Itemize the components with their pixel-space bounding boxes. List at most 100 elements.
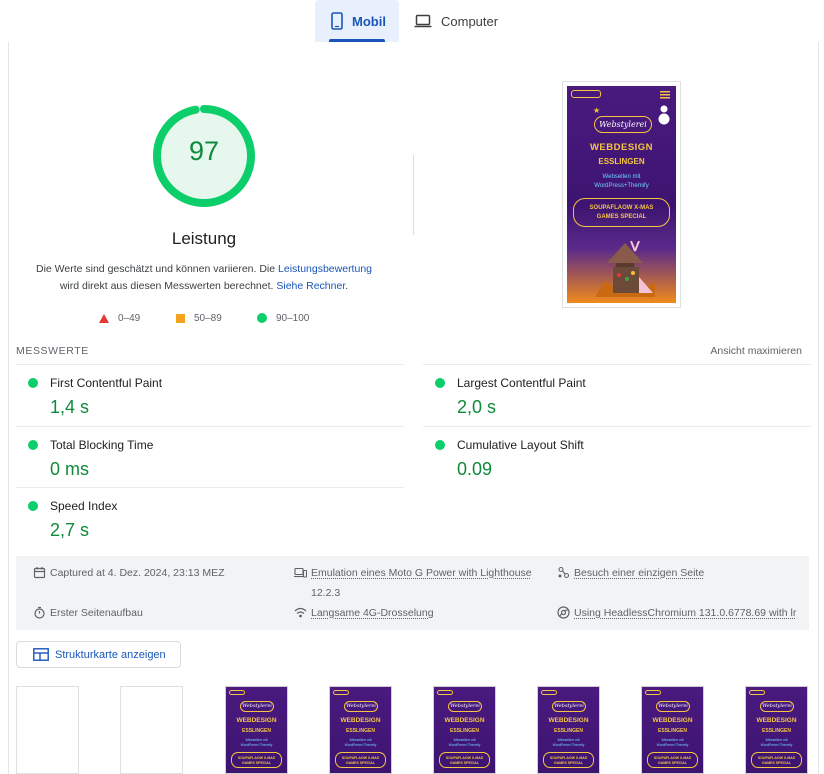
metric-tbt-value: 0 ms — [50, 459, 90, 479]
tab-desktop[interactable]: Computer — [414, 0, 514, 42]
film-logo: Webstylerei — [656, 701, 690, 712]
tab-desktop-label: Computer — [441, 13, 499, 29]
site-header-logo — [541, 690, 557, 695]
devices-icon — [294, 567, 307, 578]
film-heading: WEBDESIGN — [236, 717, 277, 724]
info-browser[interactable]: Using HeadlessChromium 131.0.6778.69 wit… — [557, 603, 809, 623]
site-header-logo — [437, 690, 453, 695]
film-subtitle-2: WordPress+Themify — [448, 743, 481, 747]
wifi-icon — [294, 607, 307, 618]
film-cta-2: GAMES SPECIAL — [242, 761, 271, 765]
film-cta-2: GAMES SPECIAL — [762, 761, 791, 765]
film-subtitle: Webseiten mit WordPress+Themify — [226, 738, 287, 748]
site-header-logo — [229, 690, 245, 695]
emulation-text: Emulation eines Moto G Power with Lighth… — [311, 567, 532, 579]
performance-description: Die Werte sind geschätzt und können vari… — [30, 261, 378, 295]
info-throttling[interactable]: Langsame 4G-Drosselung — [294, 603, 434, 623]
film-subtitle-2: WordPress+Themify — [760, 743, 793, 747]
triangle-icon — [99, 313, 109, 323]
film-cta: SOUPAFLAOW X-MAS GAMES SPECIAL — [439, 752, 490, 768]
filmstrip-frame: Webstylerei WEBDESIGN ESSLINGEN Webseite… — [745, 686, 808, 774]
square-icon — [176, 313, 185, 323]
site-header-logo — [333, 690, 349, 695]
film-cta: SOUPAFLAOW X-MAS GAMES SPECIAL — [647, 752, 698, 768]
throttling-text: Langsame 4G-Drosselung — [311, 607, 434, 619]
film-cta-1: SOUPAFLAOW X-MAS — [653, 756, 692, 760]
performance-score-link[interactable]: Leistungsbewertung — [278, 263, 372, 275]
film-city: ESSLINGEN — [658, 728, 687, 734]
browser-text: Using HeadlessChromium 131.0.6778.69 wit… — [574, 607, 797, 619]
captured-text: Captured at 4. Dez. 2024, 23:13 MEZ — [50, 567, 225, 579]
film-subtitle: Webseiten mit WordPress+Themify — [434, 738, 495, 748]
film-subtitle-1: Webseiten mit — [557, 738, 580, 742]
desc-text-1: Die Werte sind geschätzt und können vari… — [35, 263, 279, 275]
info-visit[interactable]: Besuch einer einzigen Seite — [557, 563, 704, 583]
metric-divider — [16, 487, 404, 488]
legend-average: 50–89 — [176, 311, 222, 325]
film-subtitle-1: Webseiten mit — [453, 738, 476, 742]
site-cta: SOUPAFLAOW X-MAS GAMES SPECIAL — [573, 198, 670, 227]
film-cta-2: GAMES SPECIAL — [450, 761, 479, 765]
metric-fcp-label: First Contentful Paint — [50, 376, 163, 390]
film-heading: WEBDESIGN — [340, 717, 381, 724]
site-subtitle: Webseiten mit WordPress+Themify — [567, 173, 676, 191]
info-emulation[interactable]: Emulation eines Moto G Power with Lighth… — [294, 563, 532, 603]
pass-circle-icon — [435, 378, 445, 388]
film-subtitle: Webseiten mit WordPress+Themify — [746, 738, 807, 748]
first-load-text: Erster Seitenaufbau — [50, 607, 143, 619]
film-subtitle: Webseiten mit WordPress+Themify — [538, 738, 599, 748]
metric-fcp: First Contentful Paint 1,4 s — [16, 364, 404, 426]
film-logo: Webstylerei — [552, 701, 586, 712]
film-cta-1: SOUPAFLAOW X-MAS — [445, 756, 484, 760]
metric-si-value: 2,7 s — [50, 520, 90, 540]
site-heading: WEBDESIGN — [589, 142, 654, 153]
laptop-icon — [414, 14, 432, 28]
film-subtitle-2: WordPress+Themify — [552, 743, 585, 747]
site-subtitle-2: WordPress+Themify — [594, 183, 649, 189]
info-first-load: Erster Seitenaufbau — [33, 603, 143, 623]
metric-divider — [423, 364, 811, 365]
film-city: ESSLINGEN — [450, 728, 479, 734]
film-heading: WEBDESIGN — [548, 717, 589, 724]
calendar-icon — [33, 567, 46, 579]
visit-text: Besuch einer einzigen Seite — [574, 567, 705, 579]
tab-mobile[interactable]: Mobil — [315, 0, 399, 42]
film-cta-2: GAMES SPECIAL — [554, 761, 583, 765]
pass-circle-icon — [28, 501, 38, 511]
emulation-version: 12.2.3 — [311, 587, 341, 599]
film-cta-2: GAMES SPECIAL — [658, 761, 687, 765]
view-treemap-button[interactable]: Strukturkarte anzeigen — [16, 641, 181, 668]
film-cta-1: SOUPAFLAOW X-MAS — [237, 756, 276, 760]
film-subtitle-2: WordPress+Themify — [240, 743, 273, 747]
film-cta-1: SOUPAFLAOW X-MAS — [549, 756, 588, 760]
pass-circle-icon — [28, 378, 38, 388]
legend-average-label: 50–89 — [194, 312, 222, 324]
performance-score: 97 — [188, 136, 220, 166]
filmstrip-frame: Webstylerei WEBDESIGN ESSLINGEN Webseite… — [641, 686, 704, 774]
final-screenshot[interactable]: ★ Webstylerei WEBDESIGN ESSLINGEN Websei… — [562, 81, 681, 308]
film-subtitle-1: Webseiten mit — [245, 738, 268, 742]
info-captured: Captured at 4. Dez. 2024, 23:13 MEZ — [33, 563, 225, 583]
metric-lcp-label: Largest Contentful Paint — [457, 376, 586, 390]
circle-icon — [257, 313, 267, 323]
metric-tbt: Total Blocking Time 0 ms — [16, 426, 404, 488]
expand-view-toggle[interactable]: Ansicht maximieren — [710, 345, 802, 357]
film-cta-2: GAMES SPECIAL — [346, 761, 375, 765]
snowman-icon — [658, 105, 670, 125]
legend-pass-label: 90–100 — [276, 312, 310, 324]
film-heading: WEBDESIGN — [444, 717, 485, 724]
film-logo: Webstylerei — [240, 701, 274, 712]
metric-cls: Cumulative Layout Shift 0.09 — [423, 426, 811, 488]
gingerbread-house-image — [595, 241, 655, 297]
site-header-logo — [749, 690, 765, 695]
filmstrip-frame-blank — [16, 686, 79, 774]
filmstrip-frame: Webstylerei WEBDESIGN ESSLINGEN Webseite… — [537, 686, 600, 774]
film-cta: SOUPAFLAOW X-MAS GAMES SPECIAL — [335, 752, 386, 768]
film-cta-1: SOUPAFLAOW X-MAS — [341, 756, 380, 760]
filmstrip-frame: Webstylerei WEBDESIGN ESSLINGEN Webseite… — [225, 686, 288, 774]
film-subtitle: Webseiten mit WordPress+Themify — [330, 738, 391, 748]
calculator-link[interactable]: Siehe Rechner — [276, 280, 345, 292]
filmstrip-frame-blank — [120, 686, 183, 774]
device-tabs: Mobil Computer — [0, 0, 824, 42]
film-subtitle-1: Webseiten mit — [349, 738, 372, 742]
